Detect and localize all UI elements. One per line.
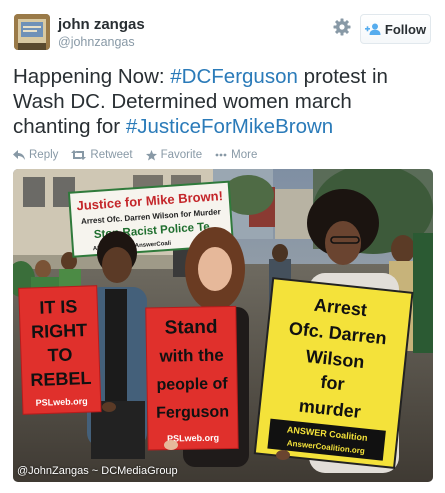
favorite-action[interactable]: Favorite (145, 149, 203, 161)
middle-sign-line4: Ferguson (156, 404, 229, 422)
left-sign-line4: REBEL (30, 368, 92, 390)
follow-button[interactable]: Follow (360, 14, 431, 44)
reply-icon (13, 150, 25, 160)
more-icon (215, 153, 227, 157)
user-name[interactable]: john zangas (58, 16, 145, 33)
middle-sign-line1: Stand (165, 317, 218, 339)
photo-watermark: @JohnZangas ~ DCMediaGroup (17, 465, 178, 477)
star-icon (145, 149, 157, 160)
tweet-photo[interactable]: Justice for Mike Brown! Arrest Ofc. Darr… (13, 169, 433, 482)
gear-icon[interactable] (332, 17, 352, 37)
retweet-icon (71, 150, 87, 160)
follow-label: Follow (384, 21, 427, 37)
tweet-card: john zangas @johnzangas Follow Happening… (0, 0, 445, 493)
left-sign-footer: PSLweb.org (36, 396, 88, 408)
retweet-label: Retweet (90, 149, 133, 161)
reply-label: Reply (29, 149, 59, 161)
middle-sign-line3: people of (156, 376, 228, 394)
avatar[interactable] (14, 14, 50, 50)
left-sign-line1: IT IS (39, 296, 78, 317)
reply-action[interactable]: Reply (13, 149, 58, 161)
favorite-label: Favorite (160, 149, 203, 161)
tweet-actions: Reply Retweet Favorite More (13, 148, 270, 162)
hashtag-link[interactable]: #DCFerguson (170, 65, 298, 88)
retweet-action[interactable]: Retweet (71, 149, 133, 161)
tweet-text: Happening Now: #DCFerguson protest in Wa… (13, 64, 433, 139)
left-sign-line2: RIGHT (31, 320, 88, 342)
more-label: More (231, 149, 258, 161)
middle-sign-line2: with the (158, 346, 224, 366)
hashtag-link[interactable]: #JusticeForMikeBrown (126, 115, 333, 138)
left-sign-line3: TO (47, 345, 72, 366)
right-sign-line4: for (320, 372, 346, 394)
add-user-icon (364, 23, 381, 35)
user-handle[interactable]: @johnzangas (58, 35, 135, 49)
more-action[interactable]: More (215, 149, 257, 161)
tweet-text-part: Happening Now: (13, 65, 171, 88)
